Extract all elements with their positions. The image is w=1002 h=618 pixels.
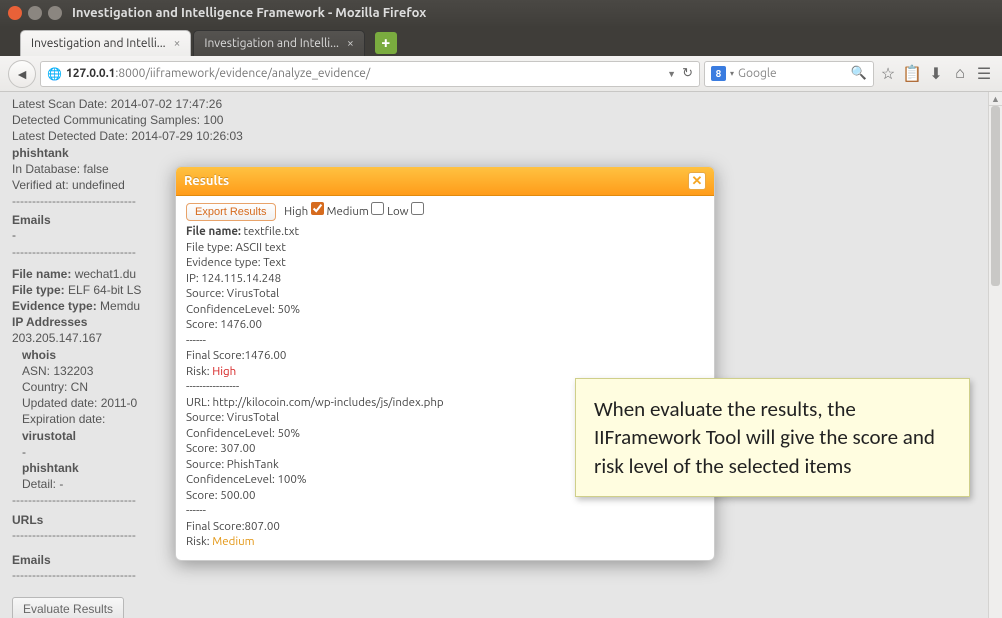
result-file-name-value: textfile.txt: [243, 225, 299, 238]
scroll-up-icon[interactable]: ▲: [989, 92, 1002, 106]
navigation-bar: ◄ 🌐 127.0.0.1:8000/iiframework/evidence/…: [0, 56, 1002, 92]
result-risk-1-label: Risk:: [186, 365, 210, 378]
latest-detected-line: Latest Detected Date: 2014-07-29 10:26:0…: [12, 128, 976, 144]
back-button[interactable]: ◄: [8, 60, 36, 88]
filter-high-label: High: [284, 205, 308, 218]
dialog-title: Results: [184, 174, 229, 188]
filter-low-label: Low: [387, 205, 409, 218]
globe-icon: 🌐: [47, 67, 62, 81]
filter-low-checkbox[interactable]: [411, 202, 424, 215]
downloads-icon[interactable]: ⬇: [926, 64, 946, 83]
scrollbar-thumb[interactable]: [991, 106, 1000, 286]
window-close-button[interactable]: [8, 6, 22, 20]
export-results-button[interactable]: Export Results: [186, 203, 276, 221]
detected-samples-line: Detected Communicating Samples: 100: [12, 112, 976, 128]
result-sep-3: ------: [186, 503, 704, 519]
result-sep-1: ------: [186, 333, 704, 349]
tab-label: Investigation and Intelli...: [31, 37, 166, 50]
result-source-1: Source: VirusTotal: [186, 286, 704, 302]
result-ip: IP: 124.115.14.248: [186, 271, 704, 287]
bookmark-star-icon[interactable]: ☆: [878, 64, 898, 83]
evidence-type-label: Evidence type:: [12, 299, 97, 313]
annotation-callout: When evaluate the results, the IIFramewo…: [575, 378, 970, 497]
window-buttons: [8, 6, 62, 20]
result-score-1: Score: 1476.00: [186, 317, 704, 333]
evaluate-results-button[interactable]: Evaluate Results: [12, 597, 124, 618]
close-tab-icon[interactable]: ×: [347, 37, 354, 50]
browser-tab-active[interactable]: Investigation and Intelli... ×: [20, 30, 191, 56]
results-dialog: Results ✕ Export Results High Medium Low…: [175, 166, 715, 561]
search-icon[interactable]: 🔍: [851, 66, 867, 81]
result-confidence-1: ConfidenceLevel: 50%: [186, 302, 704, 318]
url-path: :8000/iiframework/evidence/analyze_evide…: [115, 67, 370, 80]
result-final-2: Final Score:807.00: [186, 519, 704, 535]
url-input[interactable]: 🌐 127.0.0.1:8000/iiframework/evidence/an…: [40, 61, 700, 87]
dropdown-caret-icon[interactable]: ▾: [730, 69, 734, 78]
search-provider-icon: 8: [711, 66, 726, 81]
phishtank-label: phishtank: [12, 145, 976, 161]
window-minimize-button[interactable]: [28, 6, 42, 20]
search-input[interactable]: 8 ▾ Google 🔍: [704, 61, 874, 87]
window-maximize-button[interactable]: [48, 6, 62, 20]
result-risk-2-label: Risk:: [186, 535, 210, 548]
result-file-name-label: File name:: [186, 225, 241, 238]
tab-strip: Investigation and Intelli... × Investiga…: [0, 26, 1002, 56]
close-icon: ✕: [692, 174, 703, 189]
dialog-header[interactable]: Results ✕: [176, 167, 714, 196]
back-arrow-icon: ◄: [15, 66, 29, 82]
annotation-text: When evaluate the results, the IIFramewo…: [594, 396, 935, 479]
file-type-label: File type:: [12, 283, 65, 297]
filter-medium-checkbox[interactable]: [371, 202, 384, 215]
search-placeholder: Google: [738, 67, 777, 80]
dialog-close-button[interactable]: ✕: [688, 172, 706, 190]
window-title: Investigation and Intelligence Framework…: [72, 6, 426, 20]
filter-medium-label: Medium: [326, 205, 368, 218]
result-final-1: Final Score:1476.00: [186, 348, 704, 364]
url-history-dropdown-icon[interactable]: ▼: [667, 69, 676, 79]
vertical-scrollbar[interactable]: ▲: [988, 92, 1002, 618]
filter-high-checkbox[interactable]: [311, 202, 324, 215]
file-type-value: ELF 64-bit LS: [68, 283, 141, 297]
menu-icon[interactable]: ☰: [974, 64, 994, 83]
scan-date-line: Latest Scan Date: 2014-07-02 17:47:26: [12, 96, 976, 112]
tab-label: Investigation and Intelli...: [204, 37, 339, 50]
evidence-type-value: Memdu: [100, 299, 140, 313]
result-file-type: File type: ASCII text: [186, 240, 704, 256]
file-name-value: wechat1.du: [75, 267, 136, 281]
result-evidence-type: Evidence type: Text: [186, 255, 704, 271]
home-icon[interactable]: ⌂: [950, 64, 970, 83]
file-name-label: File name:: [12, 267, 71, 281]
clipboard-icon[interactable]: 📋: [902, 64, 922, 83]
divider: -------------------------------: [12, 567, 976, 583]
result-risk-2-value: Medium: [212, 535, 254, 548]
new-tab-button[interactable]: +: [375, 32, 397, 54]
url-host: 127.0.0.1: [66, 67, 115, 80]
browser-tab[interactable]: Investigation and Intelli... ×: [193, 30, 364, 56]
close-tab-icon[interactable]: ×: [174, 37, 181, 50]
window-titlebar: Investigation and Intelligence Framework…: [0, 0, 1002, 26]
result-risk-1-value: High: [212, 365, 236, 378]
reload-icon[interactable]: ↻: [682, 66, 693, 81]
